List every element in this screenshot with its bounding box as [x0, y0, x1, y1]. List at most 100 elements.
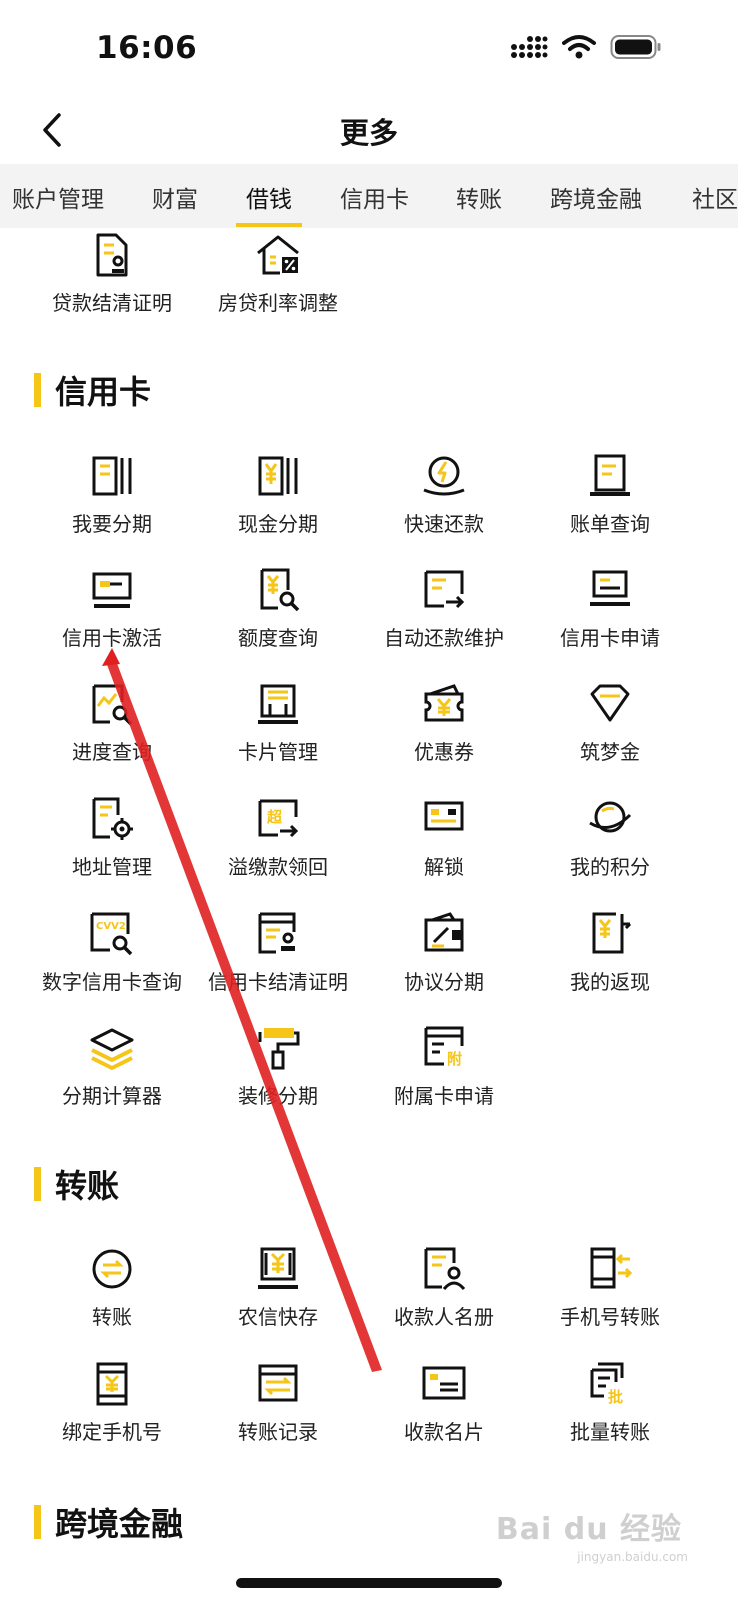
home-indicator — [236, 1578, 502, 1588]
grid-item-transfer[interactable]: 转账 — [27, 1245, 197, 1345]
house-percent-icon — [257, 235, 299, 275]
card-settle-icon — [258, 912, 296, 954]
phone-transfer-icon — [590, 1247, 633, 1289]
grid-item-address-manage[interactable]: 地址管理 — [27, 795, 197, 895]
cashback-icon — [592, 912, 632, 954]
icon-text-pi: 批 — [608, 1388, 623, 1406]
grid-item-my-points[interactable]: 我的积分 — [525, 795, 695, 895]
signal-icon — [511, 36, 548, 58]
grid-item-installment-calculator[interactable]: 分期计算器 — [27, 1024, 197, 1124]
grid-item-agreement-installment[interactable]: 协议分期 — [359, 910, 529, 1010]
watermark-url: jingyan.baidu.com — [577, 1550, 688, 1564]
watermark-logo: Bai du 经验 — [495, 1512, 682, 1547]
grid-item-mortgage-rate[interactable]: 房贷利率调整 — [193, 231, 363, 331]
icon-text-cvv2: CVV2 — [96, 921, 126, 932]
tab-borrow[interactable]: 借钱 — [246, 180, 292, 214]
grid-item-auto-repay[interactable]: 自动还款维护 — [359, 566, 529, 666]
grid-item-batch-transfer[interactable]: 批 批量转账 — [525, 1360, 695, 1460]
tab-cross-border[interactable]: 跨境金融 — [550, 180, 642, 214]
address-gear-icon — [92, 797, 133, 840]
quick-deposit-icon — [258, 1247, 298, 1289]
cvv2-search-icon: CVV2 — [90, 912, 133, 956]
page-title: 更多 — [339, 116, 398, 150]
grid-item-loan-settlement[interactable]: 贷款结清证明 — [27, 231, 197, 331]
grid-item-phone-transfer[interactable]: 手机号转账 — [525, 1245, 695, 1345]
tab-account[interactable]: 账户管理 — [12, 180, 104, 214]
grid-item-overpay-return[interactable]: 超 溢缴款领回 — [193, 795, 363, 895]
wifi-icon — [562, 35, 596, 59]
batch-transfer-icon: 批 — [590, 1362, 624, 1406]
grid-item-bind-phone[interactable]: 绑定手机号 — [27, 1360, 197, 1460]
coupon-icon — [424, 684, 464, 722]
grid-item-label: 房贷利率调整 — [218, 291, 338, 315]
tab-wealth[interactable]: 财富 — [152, 180, 198, 214]
section-title: 跨境金融 — [55, 1505, 184, 1543]
unlock-card-icon — [424, 801, 464, 831]
tab-community[interactable]: 社区 — [692, 180, 738, 214]
battery-icon — [610, 35, 661, 59]
grid-item-dream-fund[interactable]: 筑梦金 — [525, 680, 695, 780]
grid-item-progress-query[interactable]: 进度查询 — [27, 680, 197, 780]
section-accent-bar — [34, 373, 41, 407]
limit-query-icon — [260, 568, 300, 612]
card-activate-icon — [92, 572, 132, 608]
grid-item-card-activate[interactable]: 信用卡激活 — [27, 566, 197, 666]
grid-item-supplementary-card[interactable]: 附 附属卡申请 — [359, 1024, 529, 1124]
card-apply-icon — [590, 570, 630, 606]
grid-item-renovation-installment[interactable]: 装修分期 — [193, 1024, 363, 1124]
grid-item-quick-repay[interactable]: 快速还款 — [359, 452, 529, 552]
nav-bar: 更多 — [0, 100, 738, 164]
grid-item-unlock[interactable]: 解锁 — [359, 795, 529, 895]
installment-icon — [92, 456, 132, 496]
grid-item-card-apply[interactable]: 信用卡申请 — [525, 566, 695, 666]
planet-icon — [589, 801, 632, 833]
section-accent-bar — [34, 1505, 41, 1539]
wallet-pen-icon — [424, 912, 464, 952]
payment-card-icon — [422, 1366, 466, 1400]
transfer-record-icon — [258, 1364, 298, 1402]
grid-item-my-cashback[interactable]: 我的返现 — [525, 910, 695, 1010]
section-title: 转账 — [55, 1167, 120, 1205]
supplementary-card-icon: 附 — [424, 1026, 464, 1068]
status-icons — [510, 34, 662, 60]
section-header-transfer: 转账 — [34, 1166, 119, 1205]
section-header-cross-border: 跨境金融 — [34, 1504, 183, 1543]
grid-item-label: 账单查询 — [570, 512, 650, 536]
grid-item-card-settlement[interactable]: 信用卡结清证明 — [193, 910, 363, 1010]
section-accent-bar — [34, 1167, 41, 1201]
grid-item-digital-card-query[interactable]: CVV2 数字信用卡查询 — [27, 910, 197, 1010]
section-header-credit-card: 信用卡 — [34, 372, 151, 411]
grid-item-coupon[interactable]: 优惠券 — [359, 680, 529, 780]
grid-item-payee-list[interactable]: 收款人名册 — [359, 1245, 529, 1345]
transfer-icon — [92, 1249, 132, 1289]
grid-item-payment-card[interactable]: 收款名片 — [359, 1360, 529, 1460]
grid-item-label: 我的积分 — [570, 855, 650, 879]
status-bar: 16:06 — [0, 0, 738, 100]
grid-item-transfer-record[interactable]: 转账记录 — [193, 1360, 363, 1460]
icon-text-chao: 超 — [266, 808, 283, 826]
quick-repay-icon — [423, 456, 465, 496]
diamond-icon — [590, 684, 630, 722]
grid-item-limit-query[interactable]: 额度查询 — [193, 566, 363, 666]
tab-transfer[interactable]: 转账 — [456, 180, 502, 214]
grid-item-cash-installment[interactable]: 现金分期 — [193, 452, 363, 552]
grid-item-label: 信用卡申请 — [560, 626, 660, 650]
grid-item-card-manage[interactable]: 卡片管理 — [193, 680, 363, 780]
bind-phone-icon — [96, 1362, 128, 1406]
grid-item-label: 附属卡申请 — [394, 1084, 494, 1108]
payee-list-icon — [424, 1247, 466, 1291]
grid-item-quick-deposit[interactable]: 农信快存 — [193, 1245, 363, 1345]
progress-query-icon — [92, 684, 133, 726]
layers-icon — [90, 1028, 134, 1070]
grid-item-label: 批量转账 — [570, 1420, 650, 1444]
grid-item-bill-query[interactable]: 账单查询 — [525, 452, 695, 552]
card-manage-icon — [258, 684, 298, 724]
category-tabs: 账户管理 财富 借钱 信用卡 转账 跨境金融 社区 — [0, 164, 738, 228]
document-stamp-icon — [96, 233, 128, 277]
cash-installment-icon — [258, 456, 298, 496]
tab-credit-card[interactable]: 信用卡 — [340, 180, 409, 214]
grid-item-installment[interactable]: 我要分期 — [27, 452, 197, 552]
auto-repay-icon — [424, 570, 465, 609]
paint-roller-icon — [258, 1028, 300, 1070]
icon-text-fu: 附 — [447, 1050, 462, 1068]
